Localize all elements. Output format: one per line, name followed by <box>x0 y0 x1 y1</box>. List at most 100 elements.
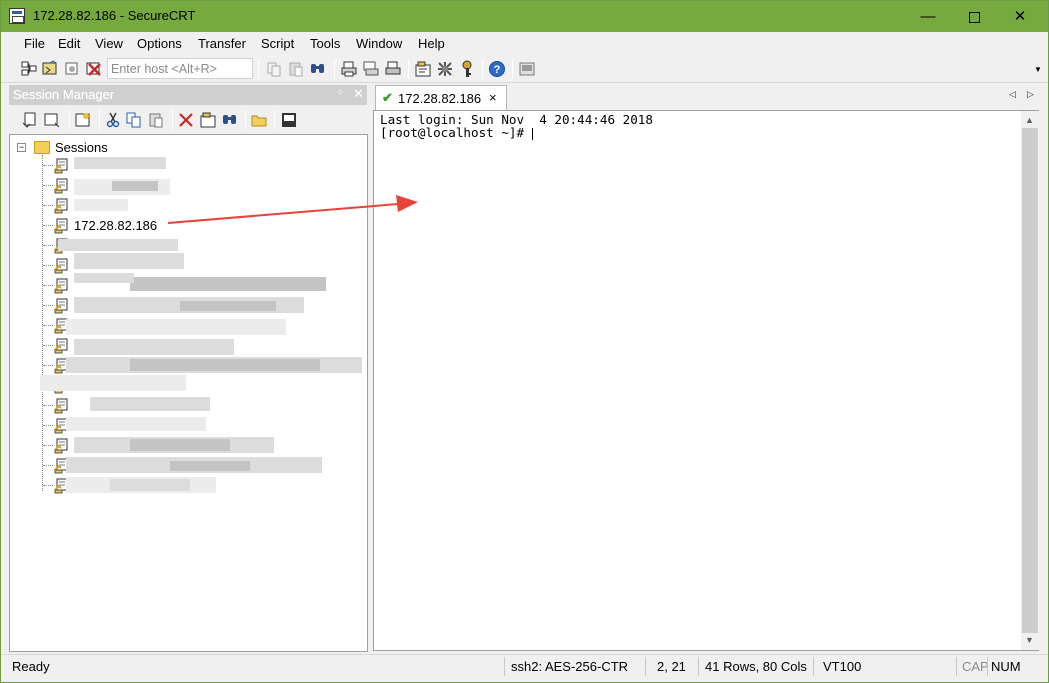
tree-connector <box>43 305 53 306</box>
redacted-label <box>74 253 184 269</box>
tree-connector <box>43 245 53 246</box>
terminal-cursor <box>532 128 533 140</box>
menu-script[interactable]: Script <box>261 36 294 51</box>
menu-transfer[interactable]: Transfer <box>198 36 246 51</box>
toolbar-separator <box>512 59 513 79</box>
session-icon <box>54 158 68 174</box>
status-divider <box>956 657 957 676</box>
new-folder-icon[interactable] <box>250 111 268 129</box>
status-divider <box>504 657 505 676</box>
find-icon[interactable] <box>309 60 327 78</box>
minimize-button[interactable]: — <box>905 1 951 32</box>
session-manager-toolbar <box>9 106 367 134</box>
status-ready: Ready <box>12 659 50 674</box>
tree-connector <box>43 325 53 326</box>
redacted-label <box>90 397 210 411</box>
maximize-button[interactable] <box>951 1 997 32</box>
redacted-label <box>66 417 206 431</box>
menu-help[interactable]: Help <box>418 36 445 51</box>
tab-scroll-right-icon[interactable]: ▷ <box>1027 89 1034 100</box>
terminal-scrollbar[interactable]: ▲ ▼ <box>1021 111 1039 650</box>
menu-view[interactable]: View <box>95 36 123 51</box>
tab-label: 172.28.82.186 <box>398 91 482 106</box>
redacted-label <box>74 339 234 355</box>
copy-icon[interactable] <box>265 60 283 78</box>
session-icon <box>54 398 68 414</box>
session-item[interactable]: 172.28.82.186 <box>43 216 343 236</box>
enter-host-input[interactable] <box>107 58 253 79</box>
close-icon: ✕ <box>1013 8 1027 25</box>
status-terminal-size: 41 Rows, 80 Cols <box>705 659 807 674</box>
copy-session-icon[interactable] <box>125 111 143 129</box>
tab-scroll-left-icon[interactable]: ◁ <box>1009 89 1016 100</box>
connect-in-tab-icon[interactable] <box>43 111 61 129</box>
redacted-label <box>74 157 166 169</box>
session-icon <box>54 258 68 274</box>
status-cipher: ssh2: AES-256-CTR <box>511 659 629 674</box>
redacted-label <box>130 277 326 291</box>
delete-icon[interactable] <box>177 111 195 129</box>
scrollbar-thumb[interactable] <box>1022 128 1038 633</box>
cut-icon[interactable] <box>104 111 122 129</box>
session-manager-title: Session Manager <box>13 87 115 102</box>
properties-icon[interactable] <box>199 111 217 129</box>
toolbar-separator <box>69 110 70 130</box>
toolbar-separator <box>245 110 246 130</box>
status-cursor-position: 2, 21 <box>657 659 686 674</box>
paste-session-icon[interactable] <box>147 111 165 129</box>
print-screen-icon[interactable] <box>362 60 380 78</box>
print-selection-icon[interactable] <box>384 60 402 78</box>
terminal-prompt: [root@localhost ~]# <box>380 125 525 140</box>
status-divider <box>987 657 988 676</box>
redacted-label <box>130 359 320 371</box>
sftp-icon[interactable] <box>518 60 536 78</box>
print-icon[interactable] <box>340 60 358 78</box>
scroll-down-icon[interactable]: ▼ <box>1025 635 1034 645</box>
menu-window[interactable]: Window <box>356 36 402 51</box>
tree-connector <box>43 165 53 166</box>
paste-icon[interactable] <box>287 60 305 78</box>
menu-edit[interactable]: Edit <box>58 36 80 51</box>
redacted-label <box>74 199 128 211</box>
securecrt-app-icon[interactable] <box>9 8 25 24</box>
session-options-icon[interactable] <box>414 60 432 78</box>
session-icon <box>54 198 68 214</box>
terminal-view[interactable]: Last login: Sun Nov 4 20:44:46 2018 [roo… <box>373 110 1039 651</box>
status-divider <box>813 657 814 676</box>
menu-file[interactable]: File <box>24 36 45 51</box>
pin-icon[interactable]: ᛜ <box>337 87 344 99</box>
title-bar[interactable]: 172.28.82.186 - SecureCRT — ✕ <box>1 1 1048 32</box>
help-icon[interactable]: ? <box>488 60 506 78</box>
status-num-lock: NUM <box>991 659 1021 674</box>
redacted-label <box>170 461 250 471</box>
connect-session-icon[interactable] <box>21 111 39 129</box>
status-divider <box>698 657 699 676</box>
session-tree: − Sessions 172.28.82.186 <box>9 134 368 652</box>
scroll-up-icon[interactable]: ▲ <box>1025 115 1034 125</box>
quick-connect-icon[interactable] <box>41 60 59 78</box>
toolbar-overflow-icon[interactable]: ▼ <box>1034 65 1042 74</box>
new-session-icon[interactable] <box>74 111 92 129</box>
connect-icon[interactable] <box>20 60 38 78</box>
session-icon <box>54 298 68 314</box>
status-emulation: VT100 <box>823 659 862 674</box>
tab-close-icon[interactable]: × <box>489 90 497 105</box>
menu-options[interactable]: Options <box>137 36 182 51</box>
session-manager-options-icon[interactable] <box>280 111 298 129</box>
toolbar-separator <box>99 110 100 130</box>
tree-connector <box>43 425 53 426</box>
close-button[interactable]: ✕ <box>997 1 1043 32</box>
global-options-icon[interactable] <box>436 60 454 78</box>
connect-tab-icon[interactable] <box>63 60 81 78</box>
collapse-icon[interactable]: − <box>17 143 26 152</box>
session-icon <box>54 438 68 454</box>
redacted-label <box>180 301 276 311</box>
menu-tools[interactable]: Tools <box>310 36 340 51</box>
folder-icon <box>34 141 50 154</box>
session-manager-close-icon[interactable]: ✕ <box>353 86 364 102</box>
find-session-icon[interactable] <box>221 111 239 129</box>
session-tab[interactable]: ✔ 172.28.82.186 × <box>375 85 507 111</box>
toolbar-separator <box>334 59 335 79</box>
keymap-icon[interactable] <box>458 60 476 78</box>
disconnect-icon[interactable] <box>85 60 103 78</box>
